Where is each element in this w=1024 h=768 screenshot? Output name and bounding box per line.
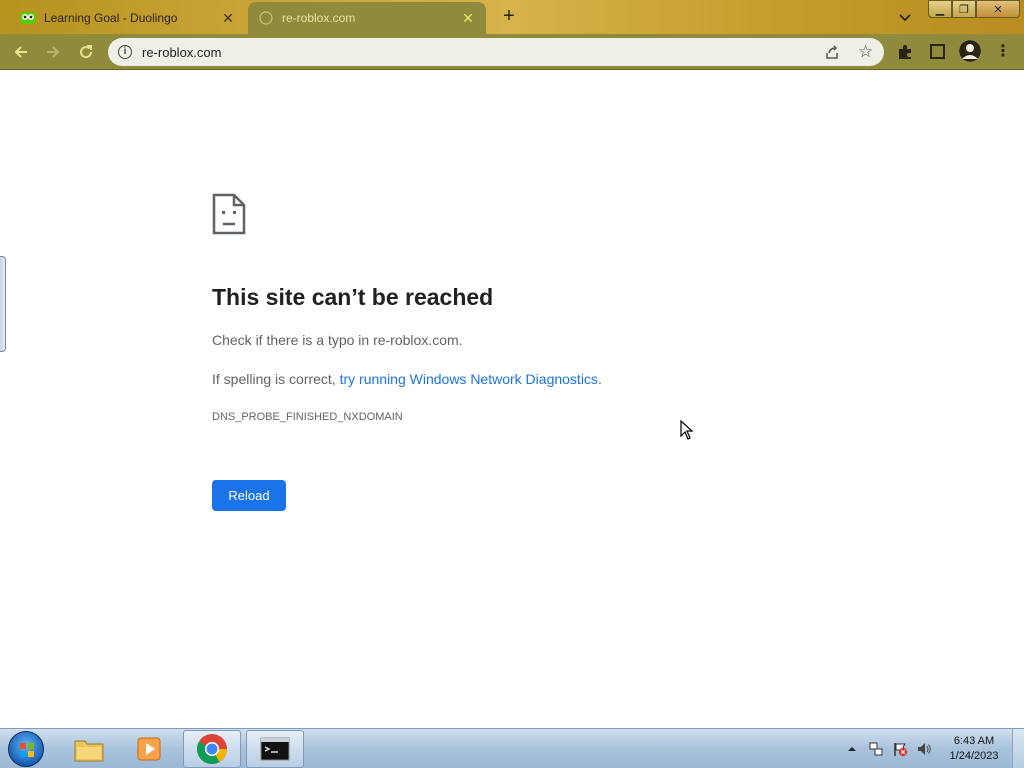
tab-re-roblox[interactable]: re-roblox.com ✕ <box>248 2 486 34</box>
typo-hint-text: Check if there is a typo in re-roblox.co… <box>212 332 463 348</box>
sad-page-icon <box>212 193 246 235</box>
windows-logo-icon <box>20 743 34 757</box>
extensions-puzzle-icon[interactable] <box>896 43 914 61</box>
tab-label: re-roblox.com <box>282 11 356 25</box>
network-diagnostics-link[interactable]: try running Windows Network Diagnostics <box>340 371 598 387</box>
taskbar-chrome[interactable] <box>183 730 241 768</box>
browser-toolbar: i re-roblox.com ☆ ⋮ <box>0 34 1024 70</box>
cmd-icon <box>260 737 290 761</box>
error-page: This site can’t be reached Check if ther… <box>0 70 1024 728</box>
bookmark-star-icon[interactable]: ☆ <box>858 42 873 62</box>
reload-toolbar-button[interactable] <box>75 41 97 63</box>
volume-icon[interactable] <box>916 741 932 757</box>
address-bar[interactable]: i re-roblox.com ☆ <box>108 38 884 66</box>
chevron-down-icon[interactable] <box>896 8 914 26</box>
close-icon[interactable]: ✕ <box>220 10 236 26</box>
kebab-menu-icon[interactable]: ⋮ <box>995 42 1011 62</box>
mouse-cursor-icon <box>680 419 694 440</box>
taskbar-media-player[interactable] <box>120 730 178 768</box>
windows-taskbar: 6:43 AM 1/24/2023 <box>0 728 1024 768</box>
clock-date: 1/24/2023 <box>949 750 999 762</box>
action-center-flag-icon[interactable] <box>892 741 908 757</box>
back-button[interactable] <box>10 41 32 63</box>
diagnostics-suffix: . <box>597 371 602 387</box>
reload-button[interactable]: Reload <box>212 480 286 511</box>
side-panel-icon[interactable] <box>930 44 945 59</box>
chevron-up-icon[interactable] <box>844 741 860 757</box>
share-icon[interactable] <box>824 44 840 60</box>
close-icon[interactable]: ✕ <box>460 10 476 26</box>
media-player-icon <box>137 737 161 761</box>
tab-duolingo[interactable]: Learning Goal - Duolingo ✕ <box>10 2 246 34</box>
forward-button[interactable] <box>42 41 64 63</box>
chrome-icon <box>196 734 227 765</box>
network-icon[interactable] <box>868 741 884 757</box>
show-desktop-button[interactable] <box>1012 729 1024 768</box>
profile-avatar-icon[interactable] <box>959 40 981 62</box>
duolingo-owl-icon <box>20 10 36 26</box>
maximize-button[interactable]: ❐ <box>952 0 976 18</box>
side-gadget-edge[interactable] <box>0 256 6 352</box>
taskbar-file-explorer[interactable] <box>60 730 118 768</box>
arrow-left-icon <box>14 46 27 58</box>
info-icon[interactable]: i <box>118 45 132 59</box>
system-tray <box>844 729 940 768</box>
taskbar-cmd[interactable] <box>246 730 304 768</box>
start-button[interactable] <box>8 731 44 767</box>
error-code: DNS_PROBE_FINISHED_NXDOMAIN <box>212 411 403 423</box>
diagnostics-prefix: If spelling is correct, <box>212 371 340 387</box>
page-title: This site can’t be reached <box>212 284 494 310</box>
diagnostics-hint: If spelling is correct, try running Wind… <box>212 371 602 387</box>
close-window-button[interactable]: ✕ <box>976 0 1020 18</box>
address-bar-url: re-roblox.com <box>142 45 222 60</box>
window-controls: ▁ ❐ ✕ <box>928 0 1020 18</box>
taskbar-clock[interactable]: 6:43 AM 1/24/2023 <box>944 734 1004 764</box>
minimize-button[interactable]: ▁ <box>928 0 952 18</box>
file-explorer-icon <box>74 740 104 762</box>
browser-window-frame: Learning Goal - Duolingo ✕ re-roblox.com… <box>0 0 1024 70</box>
tab-label: Learning Goal - Duolingo <box>44 11 178 25</box>
clock-time: 6:43 AM <box>953 735 995 747</box>
globe-icon <box>258 10 274 26</box>
tab-strip: Learning Goal - Duolingo ✕ re-roblox.com… <box>0 0 1024 34</box>
new-tab-button[interactable]: + <box>498 6 520 28</box>
refresh-icon <box>80 45 93 59</box>
arrow-right-icon <box>47 46 60 58</box>
